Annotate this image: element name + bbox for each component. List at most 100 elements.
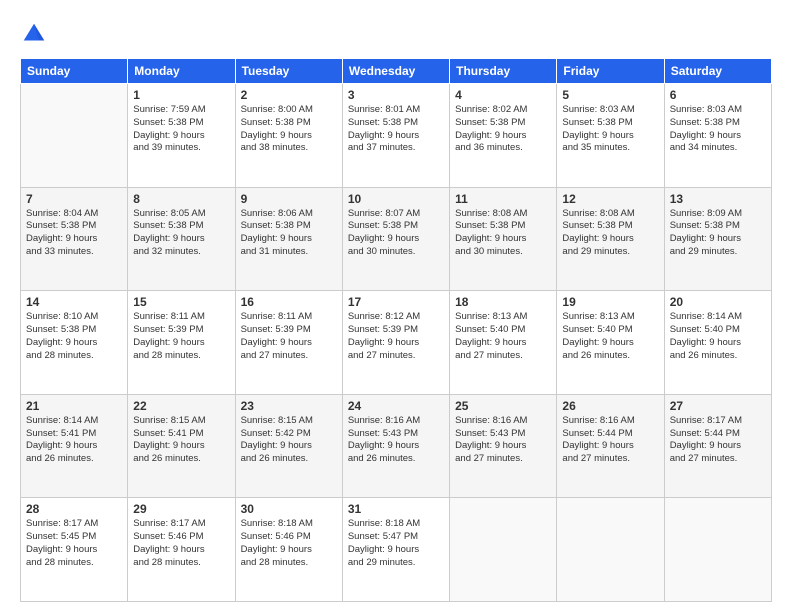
day-info: Sunrise: 8:03 AM Sunset: 5:38 PM Dayligh… (562, 104, 658, 155)
calendar-day-cell: 22Sunrise: 8:15 AM Sunset: 5:41 PM Dayli… (128, 394, 235, 498)
calendar-header-thursday: Thursday (450, 59, 557, 84)
day-info: Sunrise: 8:11 AM Sunset: 5:39 PM Dayligh… (241, 311, 337, 362)
calendar-day-cell: 5 Sunrise: 8:03 AM Sunset: 5:38 PM Daylig… (557, 84, 664, 188)
calendar-day-cell: 26 Sunrise: 8:16 AM Sunset: 5:44 PM Dayli… (557, 394, 664, 498)
day-number: 6 (670, 88, 766, 102)
day-number: 3 (348, 88, 444, 102)
calendar-day-cell: 2Sunrise: 8:00 AM Sunset: 5:38 PM Daylig… (235, 84, 342, 188)
day-number: 10 (348, 192, 444, 206)
day-number: 25 (455, 399, 551, 413)
calendar-day-cell: 9 Sunrise: 8:06 AM Sunset: 5:38 PM Daylig… (235, 187, 342, 291)
day-info: Sunrise: 8:18 AM Sunset: 5:47 PM Dayligh… (348, 518, 444, 569)
calendar-day-cell: 29 Sunrise: 8:17 AM Sunset: 5:46 PM Dayli… (128, 498, 235, 602)
day-info: Sunrise: 8:13 AM Sunset: 5:40 PM Dayligh… (562, 311, 658, 362)
calendar-day-cell: 14 Sunrise: 8:10 AM Sunset: 5:38 PM Dayli… (21, 291, 128, 395)
day-number: 1 (133, 88, 229, 102)
day-info: Sunrise: 8:08 AM Sunset: 5:38 PM Dayligh… (562, 208, 658, 259)
calendar-day-cell: 30Sunrise: 8:18 AM Sunset: 5:46 PM Dayli… (235, 498, 342, 602)
day-info: Sunrise: 8:16 AM Sunset: 5:43 PM Dayligh… (348, 415, 444, 466)
calendar-day-cell: 17 Sunrise: 8:12 AM Sunset: 5:39 PM Dayli… (342, 291, 449, 395)
calendar-week-row: 14 Sunrise: 8:10 AM Sunset: 5:38 PM Dayli… (21, 291, 772, 395)
day-info: Sunrise: 8:02 AM Sunset: 5:38 PM Dayligh… (455, 104, 551, 155)
day-info: Sunrise: 8:18 AM Sunset: 5:46 PM Dayligh… (241, 518, 337, 569)
day-number: 11 (455, 192, 551, 206)
day-number: 13 (670, 192, 766, 206)
day-info: Sunrise: 8:10 AM Sunset: 5:38 PM Dayligh… (26, 311, 122, 362)
calendar-day-cell: 19Sunrise: 8:13 AM Sunset: 5:40 PM Dayli… (557, 291, 664, 395)
day-info: Sunrise: 8:05 AM Sunset: 5:38 PM Dayligh… (133, 208, 229, 259)
day-info: Sunrise: 8:16 AM Sunset: 5:43 PM Dayligh… (455, 415, 551, 466)
day-info: Sunrise: 8:13 AM Sunset: 5:40 PM Dayligh… (455, 311, 551, 362)
day-number: 31 (348, 502, 444, 516)
calendar-header-saturday: Saturday (664, 59, 771, 84)
day-number: 9 (241, 192, 337, 206)
calendar-week-row: 7 Sunrise: 8:04 AM Sunset: 5:38 PM Daylig… (21, 187, 772, 291)
calendar-day-cell (450, 498, 557, 602)
calendar: SundayMondayTuesdayWednesdayThursdayFrid… (20, 58, 772, 602)
logo-icon (20, 20, 48, 48)
day-number: 29 (133, 502, 229, 516)
calendar-header-monday: Monday (128, 59, 235, 84)
day-info: Sunrise: 8:06 AM Sunset: 5:38 PM Dayligh… (241, 208, 337, 259)
day-info: Sunrise: 8:14 AM Sunset: 5:40 PM Dayligh… (670, 311, 766, 362)
day-info: Sunrise: 8:14 AM Sunset: 5:41 PM Dayligh… (26, 415, 122, 466)
day-info: Sunrise: 8:17 AM Sunset: 5:45 PM Dayligh… (26, 518, 122, 569)
calendar-day-cell: 1Sunrise: 7:59 AM Sunset: 5:38 PM Daylig… (128, 84, 235, 188)
calendar-day-cell: 13 Sunrise: 8:09 AM Sunset: 5:38 PM Dayli… (664, 187, 771, 291)
day-number: 23 (241, 399, 337, 413)
day-number: 8 (133, 192, 229, 206)
day-info: Sunrise: 8:00 AM Sunset: 5:38 PM Dayligh… (241, 104, 337, 155)
calendar-day-cell (664, 498, 771, 602)
day-number: 28 (26, 502, 122, 516)
calendar-day-cell: 28 Sunrise: 8:17 AM Sunset: 5:45 PM Dayli… (21, 498, 128, 602)
calendar-header-sunday: Sunday (21, 59, 128, 84)
day-info: Sunrise: 8:09 AM Sunset: 5:38 PM Dayligh… (670, 208, 766, 259)
header (20, 20, 772, 48)
day-info: Sunrise: 8:12 AM Sunset: 5:39 PM Dayligh… (348, 311, 444, 362)
day-number: 4 (455, 88, 551, 102)
calendar-day-cell: 7 Sunrise: 8:04 AM Sunset: 5:38 PM Daylig… (21, 187, 128, 291)
calendar-day-cell: 25 Sunrise: 8:16 AM Sunset: 5:43 PM Dayli… (450, 394, 557, 498)
calendar-week-row: 1Sunrise: 7:59 AM Sunset: 5:38 PM Daylig… (21, 84, 772, 188)
day-info: Sunrise: 8:15 AM Sunset: 5:42 PM Dayligh… (241, 415, 337, 466)
day-number: 21 (26, 399, 122, 413)
calendar-week-row: 28 Sunrise: 8:17 AM Sunset: 5:45 PM Dayli… (21, 498, 772, 602)
calendar-day-cell (21, 84, 128, 188)
day-info: Sunrise: 8:16 AM Sunset: 5:44 PM Dayligh… (562, 415, 658, 466)
day-number: 24 (348, 399, 444, 413)
calendar-day-cell: 6 Sunrise: 8:03 AM Sunset: 5:38 PM Daylig… (664, 84, 771, 188)
calendar-day-cell: 24 Sunrise: 8:16 AM Sunset: 5:43 PM Dayli… (342, 394, 449, 498)
calendar-day-cell: 21 Sunrise: 8:14 AM Sunset: 5:41 PM Dayli… (21, 394, 128, 498)
calendar-day-cell: 3 Sunrise: 8:01 AM Sunset: 5:38 PM Daylig… (342, 84, 449, 188)
day-number: 17 (348, 295, 444, 309)
calendar-header-friday: Friday (557, 59, 664, 84)
day-info: Sunrise: 8:08 AM Sunset: 5:38 PM Dayligh… (455, 208, 551, 259)
calendar-day-cell: 8 Sunrise: 8:05 AM Sunset: 5:38 PM Daylig… (128, 187, 235, 291)
calendar-day-cell: 11 Sunrise: 8:08 AM Sunset: 5:38 PM Dayli… (450, 187, 557, 291)
calendar-header-tuesday: Tuesday (235, 59, 342, 84)
calendar-week-row: 21 Sunrise: 8:14 AM Sunset: 5:41 PM Dayli… (21, 394, 772, 498)
calendar-day-cell: 18Sunrise: 8:13 AM Sunset: 5:40 PM Dayli… (450, 291, 557, 395)
day-info: Sunrise: 8:01 AM Sunset: 5:38 PM Dayligh… (348, 104, 444, 155)
day-number: 7 (26, 192, 122, 206)
day-number: 14 (26, 295, 122, 309)
day-number: 26 (562, 399, 658, 413)
day-info: Sunrise: 8:17 AM Sunset: 5:46 PM Dayligh… (133, 518, 229, 569)
day-number: 27 (670, 399, 766, 413)
day-info: Sunrise: 8:07 AM Sunset: 5:38 PM Dayligh… (348, 208, 444, 259)
calendar-day-cell: 31 Sunrise: 8:18 AM Sunset: 5:47 PM Dayli… (342, 498, 449, 602)
calendar-day-cell: 4 Sunrise: 8:02 AM Sunset: 5:38 PM Daylig… (450, 84, 557, 188)
day-info: Sunrise: 8:15 AM Sunset: 5:41 PM Dayligh… (133, 415, 229, 466)
calendar-day-cell: 23 Sunrise: 8:15 AM Sunset: 5:42 PM Dayli… (235, 394, 342, 498)
day-number: 5 (562, 88, 658, 102)
day-number: 20 (670, 295, 766, 309)
day-number: 16 (241, 295, 337, 309)
page: SundayMondayTuesdayWednesdayThursdayFrid… (0, 0, 792, 612)
calendar-day-cell: 16 Sunrise: 8:11 AM Sunset: 5:39 PM Dayli… (235, 291, 342, 395)
calendar-day-cell: 27Sunrise: 8:17 AM Sunset: 5:44 PM Dayli… (664, 394, 771, 498)
calendar-day-cell: 15Sunrise: 8:11 AM Sunset: 5:39 PM Dayli… (128, 291, 235, 395)
day-info: Sunrise: 8:04 AM Sunset: 5:38 PM Dayligh… (26, 208, 122, 259)
day-number: 12 (562, 192, 658, 206)
day-info: Sunrise: 8:03 AM Sunset: 5:38 PM Dayligh… (670, 104, 766, 155)
day-info: Sunrise: 8:11 AM Sunset: 5:39 PM Dayligh… (133, 311, 229, 362)
